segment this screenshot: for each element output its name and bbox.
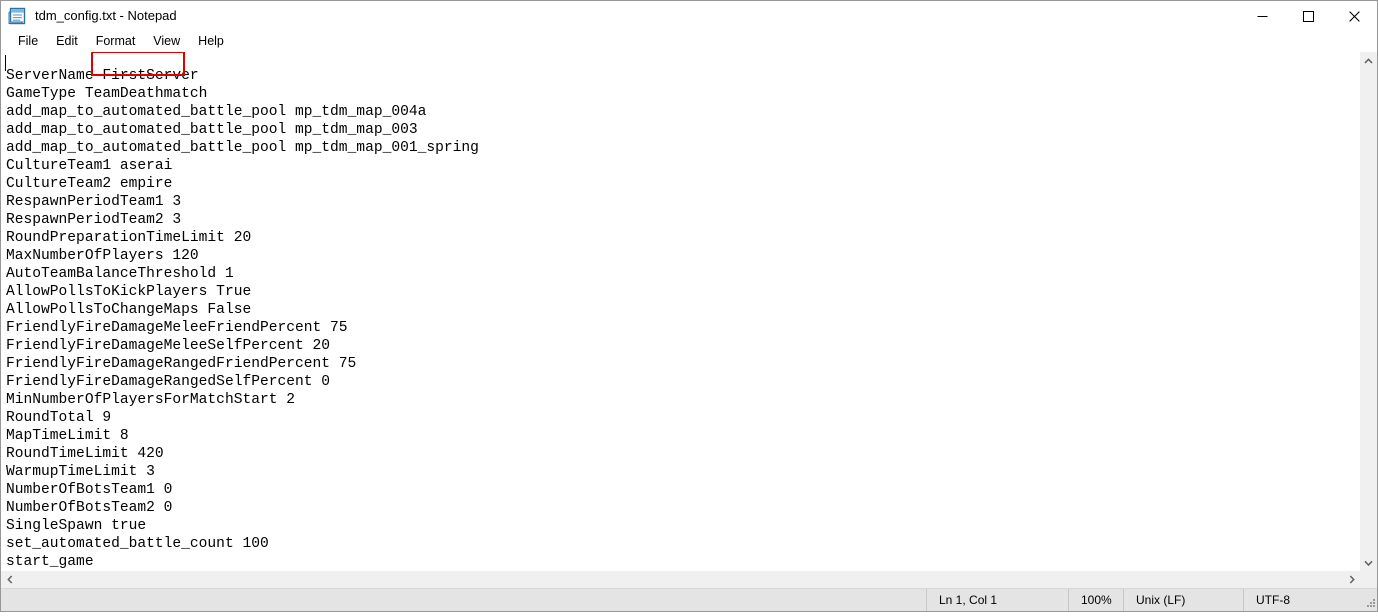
scroll-up-button[interactable] — [1360, 52, 1377, 69]
chevron-up-icon — [1364, 57, 1373, 64]
chevron-down-icon — [1364, 560, 1373, 566]
vertical-scrollbar[interactable] — [1359, 52, 1377, 571]
close-icon — [1348, 10, 1360, 22]
scroll-right-button[interactable] — [1343, 571, 1360, 588]
window-title: tdm_config.txt - Notepad — [35, 8, 177, 23]
maximize-button[interactable] — [1285, 1, 1331, 31]
editor-text: ServerName FirstServer GameType TeamDeat… — [6, 67, 479, 570]
vertical-scroll-track[interactable] — [1360, 69, 1377, 554]
title-bar-left: tdm_config.txt - Notepad — [1, 1, 177, 31]
menu-item-edit[interactable]: Edit — [47, 32, 87, 52]
minimize-button[interactable] — [1239, 1, 1285, 31]
status-cursor-position: Ln 1, Col 1 — [926, 589, 1068, 611]
status-bar: Ln 1, Col 1 100% Unix (LF) UTF-8 — [1, 588, 1377, 611]
editor-body: ServerName FirstServer GameType TeamDeat… — [1, 52, 1377, 571]
resize-grip[interactable] — [1361, 589, 1377, 611]
status-line-ending[interactable]: Unix (LF) — [1123, 589, 1243, 611]
status-zoom-level[interactable]: 100% — [1068, 589, 1123, 611]
menu-item-format[interactable]: Format — [87, 32, 145, 52]
menu-item-help[interactable]: Help — [189, 32, 233, 52]
scroll-left-button[interactable] — [1, 571, 18, 588]
title-bar: tdm_config.txt - Notepad — [1, 1, 1377, 31]
scrollbar-corner — [1360, 571, 1377, 588]
menu-item-file[interactable]: File — [9, 32, 47, 52]
maximize-icon — [1302, 10, 1314, 22]
chevron-right-icon — [1349, 575, 1355, 584]
text-editor-area[interactable]: ServerName FirstServer GameType TeamDeat… — [1, 52, 1359, 571]
notepad-window: tdm_config.txt - Notepad File Edit Forma… — [0, 0, 1378, 612]
horizontal-scrollbar[interactable] — [1, 571, 1377, 588]
menu-bar: File Edit Format View Help — [1, 31, 1377, 52]
chevron-left-icon — [6, 575, 12, 584]
window-controls — [1239, 1, 1377, 31]
close-button[interactable] — [1331, 1, 1377, 31]
scroll-down-button[interactable] — [1360, 554, 1377, 571]
resize-grip-icon — [1367, 599, 1375, 607]
status-encoding[interactable]: UTF-8 — [1243, 589, 1361, 611]
notepad-icon — [8, 6, 28, 26]
menu-item-view[interactable]: View — [144, 32, 189, 52]
minimize-icon — [1257, 15, 1267, 17]
horizontal-scroll-track[interactable] — [18, 571, 1343, 588]
